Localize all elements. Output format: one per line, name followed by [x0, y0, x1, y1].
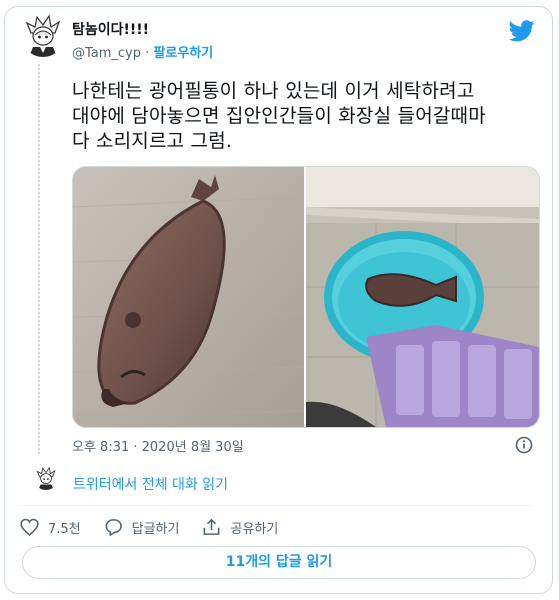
photo-pencil-case-in-basin[interactable]	[306, 167, 539, 427]
thread-line	[38, 64, 40, 454]
read-full-thread-link[interactable]: 트위터에서 전체 대화 읽기	[73, 474, 228, 494]
read-replies-button[interactable]: 11개의 답글 읽기	[22, 546, 536, 579]
reply-button[interactable]: 답글하기	[104, 518, 180, 537]
tweet-text: 나한테는 광어필통이 하나 있는데 이거 세탁하려고 대야에 담아놓으면 집안인…	[72, 80, 486, 152]
photo-flatfish-pencil-case[interactable]	[73, 167, 305, 427]
share-label: 공유하기	[230, 521, 279, 537]
follow-button[interactable]: 팔로우하기	[153, 46, 213, 61]
media-grid	[72, 166, 540, 428]
info-icon[interactable]	[515, 436, 533, 454]
share-button[interactable]: 공유하기	[202, 518, 278, 537]
author-handle[interactable]: @Tam_cyp	[72, 46, 141, 61]
tweet-timestamp[interactable]: 오후 8:31 · 2020년 8월 30일	[72, 436, 244, 455]
like-button[interactable]: 7.5천	[20, 518, 81, 537]
separator: ·	[145, 46, 150, 61]
divider	[20, 505, 533, 506]
reply-label: 답글하기	[131, 521, 180, 537]
twitter-bird-icon[interactable]	[508, 20, 535, 42]
reply-icon	[105, 519, 122, 536]
action-bar: 7.5천 답글하기 공유하기	[20, 517, 301, 537]
small-avatar[interactable]	[34, 466, 58, 490]
share-icon	[204, 518, 220, 535]
avatar[interactable]	[21, 13, 65, 57]
author-handle-row: @Tam_cyp · 팔로우하기	[72, 42, 213, 61]
author-name[interactable]: 탐놈이다!!!!	[72, 19, 149, 39]
like-count: 7.5천	[48, 521, 81, 537]
heart-icon	[20, 518, 39, 536]
